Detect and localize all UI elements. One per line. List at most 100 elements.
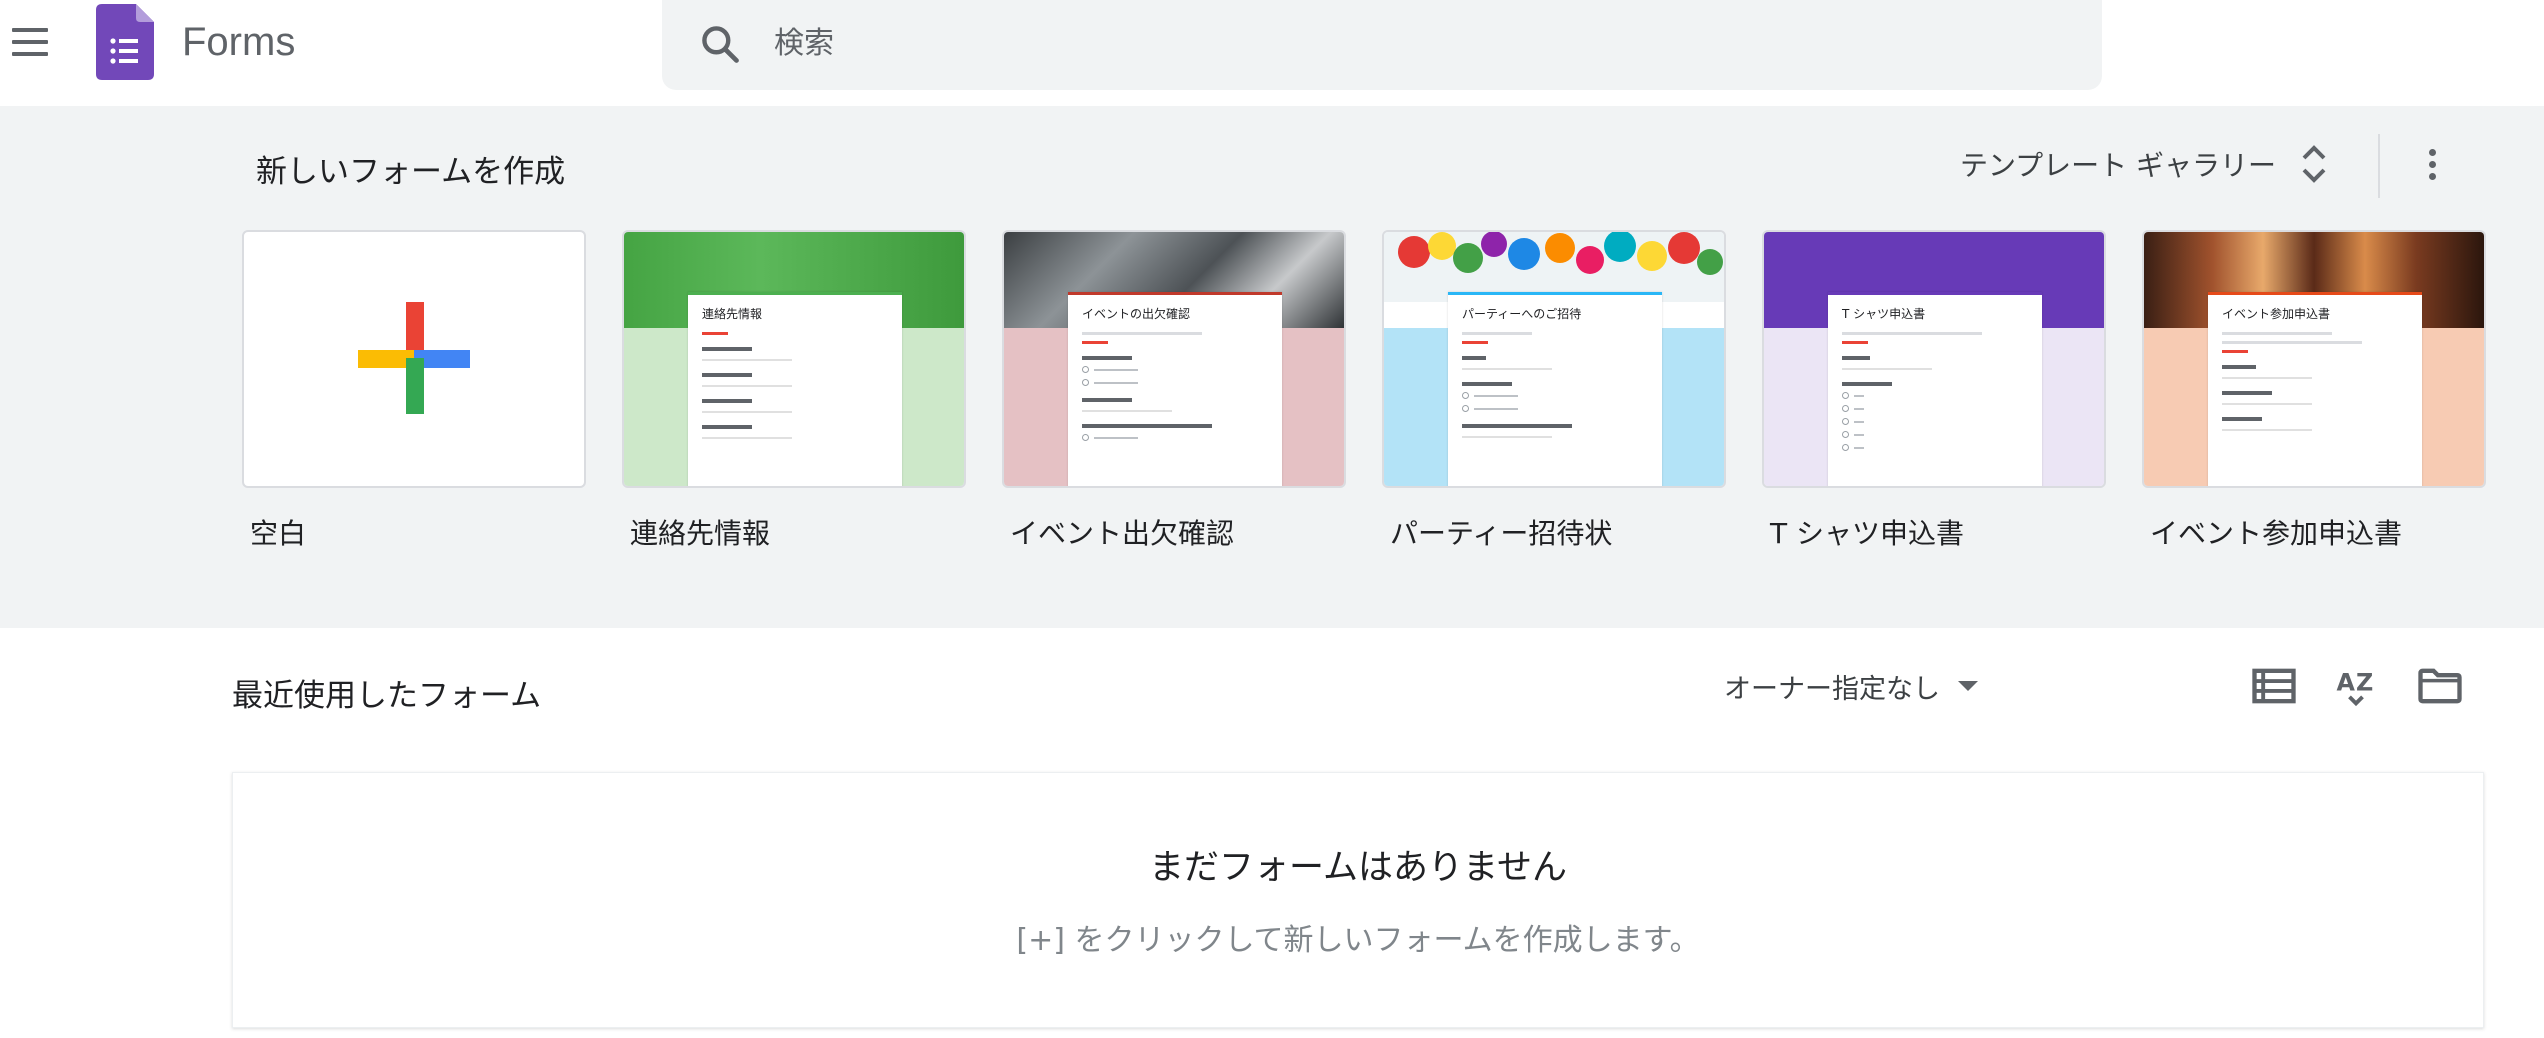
preview-required-mark xyxy=(2222,350,2248,353)
preview-radio-option xyxy=(1842,392,2028,399)
section-title-recent-forms: 最近使用したフォーム xyxy=(232,678,542,714)
radio-icon xyxy=(1842,405,1849,412)
hamburger-icon-bar xyxy=(12,40,48,44)
radio-icon xyxy=(1082,434,1089,441)
radio-icon xyxy=(1842,418,1849,425)
preview-question xyxy=(1842,356,1870,360)
preview-required-mark xyxy=(1082,341,1108,344)
template-label: T シャツ申込書 xyxy=(1770,517,1965,550)
preview-answer xyxy=(2222,429,2312,431)
preview-question xyxy=(1462,356,1486,360)
preview-required-mark xyxy=(1842,341,1868,344)
empty-state-title: まだフォームはありません xyxy=(1149,848,1567,888)
preview-question xyxy=(2222,391,2272,395)
radio-icon xyxy=(1462,392,1469,399)
preview-option-text xyxy=(1474,394,1518,397)
form-preview-title: イベント参加申込書 xyxy=(2222,307,2331,321)
preview-option-text xyxy=(1474,407,1518,410)
sort-az-icon[interactable]: A Z xyxy=(2330,660,2382,712)
preview-answer xyxy=(1082,410,1172,412)
preview-question xyxy=(1462,424,1572,428)
hamburger-icon-bar xyxy=(12,52,48,56)
forms-logo-icon[interactable] xyxy=(96,4,154,80)
template-gallery-label: テンプレート ギャラリー xyxy=(1960,149,2277,182)
preview-answer xyxy=(2222,377,2312,379)
form-preview-title: パーティーへのご招待 xyxy=(1462,307,1582,321)
preview-question xyxy=(1082,424,1212,428)
preview-option-text xyxy=(1854,420,1864,423)
preview-option-text xyxy=(1854,433,1864,436)
caret-down-icon xyxy=(1958,681,1978,691)
template-contact-info[interactable]: 連絡先情報 連絡先情報 xyxy=(622,230,966,552)
preview-option-text xyxy=(1094,436,1138,439)
search-icon[interactable] xyxy=(698,22,742,66)
template-thumbnail[interactable]: イベント参加申込書 xyxy=(2142,230,2486,488)
preview-line xyxy=(1082,332,1202,335)
owner-filter-label: オーナー指定なし xyxy=(1724,673,1940,705)
list-view-icon[interactable] xyxy=(2248,660,2300,712)
more-vert-icon-dot xyxy=(2429,173,2436,180)
preview-answer xyxy=(702,411,792,413)
svg-text:A: A xyxy=(2337,668,2356,696)
preview-radio-option xyxy=(1842,418,2028,425)
template-party-invite[interactable]: パーティーへのご招待 パーティー招待状 xyxy=(1382,230,1726,552)
radio-icon xyxy=(1842,444,1849,451)
preview-question xyxy=(702,347,752,351)
form-preview: パーティーへのご招待 xyxy=(1448,292,1662,486)
radio-icon xyxy=(1462,405,1469,412)
preview-radio-option xyxy=(1462,405,1648,412)
template-label: 空白 xyxy=(250,517,307,550)
preview-radio-option xyxy=(1462,392,1648,399)
template-tshirt-order[interactable]: T シャツ申込書 T シャツ申込書 xyxy=(1762,230,2106,552)
template-label: イベント出欠確認 xyxy=(1010,517,1235,550)
search-input[interactable] xyxy=(774,18,2054,68)
app-header: Forms xyxy=(0,0,2544,106)
template-event-registration[interactable]: イベント参加申込書 イベント参加申込書 xyxy=(2142,230,2486,552)
divider xyxy=(2378,134,2380,198)
folder-icon[interactable] xyxy=(2414,660,2466,712)
template-gallery-button[interactable]: テンプレート ギャラリー xyxy=(1960,136,2328,192)
preview-answer xyxy=(1462,436,1552,438)
template-section: 新しいフォームを作成 テンプレート ギャラリー 空白 連絡先情報 連絡先情報 イ… xyxy=(0,106,2544,628)
form-preview-title: 連絡先情報 xyxy=(702,307,763,321)
owner-filter-dropdown[interactable]: オーナー指定なし xyxy=(1724,662,1978,710)
template-thumbnail[interactable]: イベントの出欠確認 xyxy=(1002,230,1346,488)
form-preview: イベントの出欠確認 xyxy=(1068,292,1282,486)
form-preview-title: T シャツ申込書 xyxy=(1842,307,1926,321)
preview-required-mark xyxy=(702,332,728,335)
template-thumbnail[interactable]: T シャツ申込書 xyxy=(1762,230,2106,488)
preview-question xyxy=(1842,382,1892,386)
preview-option-text xyxy=(1854,394,1864,397)
main-menu-button[interactable] xyxy=(8,22,52,62)
search-bar[interactable] xyxy=(662,0,2102,90)
template-blank[interactable]: 空白 xyxy=(242,230,586,552)
radio-icon xyxy=(1082,366,1089,373)
section-title-new-form: 新しいフォームを作成 xyxy=(256,154,566,190)
preview-line xyxy=(2222,332,2332,335)
preview-question xyxy=(1462,382,1512,386)
template-thumbnail[interactable] xyxy=(242,230,586,488)
preview-question xyxy=(1082,398,1132,402)
preview-option-text xyxy=(1094,381,1138,384)
preview-radio-option xyxy=(1082,366,1268,373)
preview-radio-option xyxy=(1842,405,2028,412)
preview-answer xyxy=(1842,368,1932,370)
empty-forms-card: まだフォームはありません [+] をクリックして新しいフォームを作成します。 xyxy=(232,772,2484,1028)
more-vert-icon-dot xyxy=(2429,161,2436,168)
preview-answer xyxy=(1462,368,1552,370)
app-title[interactable]: Forms xyxy=(182,14,295,70)
more-options-button[interactable] xyxy=(2410,136,2454,192)
template-thumbnail[interactable]: パーティーへのご招待 xyxy=(1382,230,1726,488)
preview-answer xyxy=(702,437,792,439)
preview-option-text xyxy=(1094,368,1138,371)
preview-answer xyxy=(702,385,792,387)
preview-question xyxy=(702,373,752,377)
preview-question xyxy=(1082,356,1132,360)
form-preview: イベント参加申込書 xyxy=(2208,292,2422,486)
form-preview: T シャツ申込書 xyxy=(1828,292,2042,486)
preview-option-text xyxy=(1854,446,1864,449)
template-thumbnail[interactable]: 連絡先情報 xyxy=(622,230,966,488)
template-event-rsvp[interactable]: イベントの出欠確認 イベント出欠確認 xyxy=(1002,230,1346,552)
preview-question xyxy=(2222,417,2262,421)
form-preview: 連絡先情報 xyxy=(688,292,902,486)
